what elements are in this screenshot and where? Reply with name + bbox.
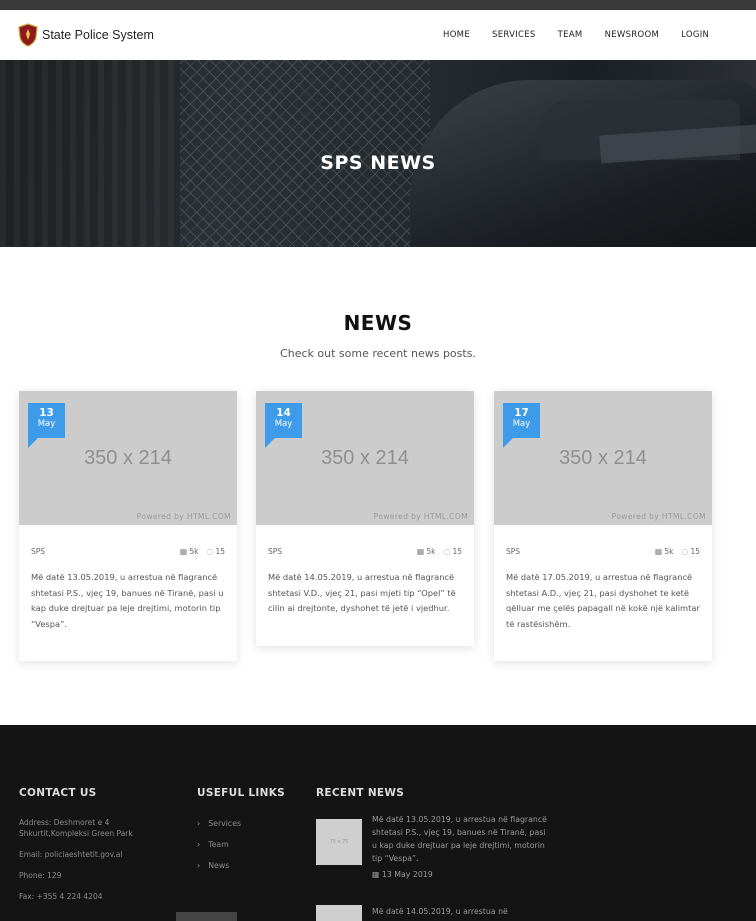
date-badge: 14 May xyxy=(265,403,302,448)
thumbnail-size-label: 350 x 214 xyxy=(321,447,409,469)
top-strip xyxy=(0,0,756,10)
recent-news-thumbnail[interactable] xyxy=(316,905,362,921)
footer-link-services[interactable]: › Services xyxy=(197,819,307,828)
comments-count: 15 xyxy=(452,547,462,556)
card-meta: SPS ▦ 5k ◌ 15 xyxy=(256,547,474,556)
card-excerpt: Më datë 14.05.2019, u arrestua në flagra… xyxy=(268,572,456,613)
calendar-icon: ▦ xyxy=(654,547,663,556)
contact-phone: Phone: 129 xyxy=(19,871,62,880)
date-day: 17 xyxy=(514,407,529,419)
main-nav: HOME SERVICES TEAM NEWSROOM LOGIN xyxy=(443,10,731,60)
thumbnail-size-label: 350 x 214 xyxy=(84,447,172,469)
date-month: May xyxy=(37,419,56,429)
chevron-right-icon: › xyxy=(197,819,201,828)
card-category[interactable]: SPS xyxy=(31,547,45,556)
footer-contact: CONTACT US Address: Deshmoret e 4 Shkurt… xyxy=(19,787,159,902)
chevron-right-icon: › xyxy=(197,861,201,870)
news-card[interactable]: 350 x 214 Powered by HTML.COM 13 May SPS… xyxy=(19,391,237,661)
card-meta: SPS ▦ 5k ◌ 15 xyxy=(494,547,712,556)
thumbnail-powered-by: Powered by HTML.COM xyxy=(373,512,468,521)
nav-newsroom[interactable]: NEWSROOM xyxy=(605,30,660,40)
comment-icon: ◌ xyxy=(443,547,451,556)
site-footer: CONTACT US Address: Deshmoret e 4 Shkurt… xyxy=(0,725,756,921)
news-section-subtitle: Check out some recent news posts. xyxy=(280,347,476,360)
nav-home[interactable]: HOME xyxy=(443,30,470,40)
contact-email[interactable]: Email: policiaeshtetit.gov.al xyxy=(19,849,159,860)
card-meta: SPS ▦ 5k ◌ 15 xyxy=(19,547,237,556)
views-count: 5k xyxy=(189,547,199,556)
comment-icon: ◌ xyxy=(206,547,214,556)
comments-count: 15 xyxy=(690,547,700,556)
contact-address: Address: Deshmoret e 4 Shkurtit,Kompleks… xyxy=(19,818,133,838)
footer-link-news[interactable]: › News xyxy=(197,861,307,870)
date-month: May xyxy=(512,419,531,429)
brand-link[interactable]: State Police System xyxy=(18,23,154,47)
card-category[interactable]: SPS xyxy=(506,547,520,556)
views-count: 5k xyxy=(426,547,436,556)
date-badge: 13 May xyxy=(28,403,65,448)
date-month: May xyxy=(274,419,293,429)
news-section-title: NEWS xyxy=(343,311,413,335)
nav-services[interactable]: SERVICES xyxy=(492,30,536,40)
date-day: 13 xyxy=(39,407,54,419)
recent-news-date: ▦ 13 May 2019 xyxy=(372,870,433,879)
date-day: 14 xyxy=(276,407,291,419)
recent-news-text[interactable]: Më datë 14.05.2019, u arrestua në xyxy=(372,905,552,918)
footer-links-title: USEFUL LINKS xyxy=(197,787,285,799)
news-thumbnail[interactable]: 350 x 214 Powered by HTML.COM 14 May xyxy=(256,391,474,525)
brand-name: State Police System xyxy=(42,28,154,42)
calendar-icon: ▦ xyxy=(372,870,382,879)
hero-banner: SPS NEWS xyxy=(0,60,756,247)
calendar-icon: ▦ xyxy=(416,547,425,556)
thumbnail-powered-by: Powered by HTML.COM xyxy=(611,512,706,521)
card-category[interactable]: SPS xyxy=(268,547,282,556)
footer-useful-links: USEFUL LINKS › Services › Team › News xyxy=(197,787,307,870)
police-shield-icon xyxy=(18,23,38,47)
recent-news-item[interactable]: 75 x 75 Më datë 13.05.2019, u arrestua n… xyxy=(316,815,556,889)
card-excerpt: Më datë 13.05.2019, u arrestua në flagra… xyxy=(31,572,224,629)
news-cards: 350 x 214 Powered by HTML.COM 13 May SPS… xyxy=(0,360,756,700)
news-card[interactable]: 350 x 214 Powered by HTML.COM 17 May SPS… xyxy=(494,391,712,661)
card-excerpt: Më datë 17.05.2019, u arrestua në flagra… xyxy=(506,572,700,629)
recent-news-text[interactable]: Më datë 13.05.2019, u arrestua në flagra… xyxy=(372,813,552,865)
contact-fax: Fax: +355 4 224 4204 xyxy=(19,892,103,901)
footer-recent-news: RECENT NEWS xyxy=(316,787,556,799)
news-thumbnail[interactable]: 350 x 214 Powered by HTML.COM 13 May xyxy=(19,391,237,525)
date-badge: 17 May xyxy=(503,403,540,448)
scroll-to-top-button[interactable] xyxy=(176,912,237,921)
news-thumbnail[interactable]: 350 x 214 Powered by HTML.COM 17 May xyxy=(494,391,712,525)
nav-login[interactable]: LOGIN xyxy=(681,30,709,40)
recent-news-item[interactable]: Më datë 14.05.2019, u arrestua në xyxy=(316,905,556,921)
comments-count: 15 xyxy=(215,547,225,556)
thumbnail-size-label: 350 x 214 xyxy=(559,447,647,469)
footer-recent-title: RECENT NEWS xyxy=(316,787,405,799)
thumbnail-powered-by: Powered by HTML.COM xyxy=(136,512,231,521)
news-card[interactable]: 350 x 214 Powered by HTML.COM 14 May SPS… xyxy=(256,391,474,646)
calendar-icon: ▦ xyxy=(179,547,188,556)
recent-news-thumbnail[interactable]: 75 x 75 xyxy=(316,819,362,865)
site-header: State Police System HOME SERVICES TEAM N… xyxy=(0,10,756,60)
views-count: 5k xyxy=(664,547,674,556)
footer-contact-title: CONTACT US xyxy=(19,787,97,799)
comment-icon: ◌ xyxy=(681,547,689,556)
hero-title: SPS NEWS xyxy=(320,152,436,174)
nav-team[interactable]: TEAM xyxy=(558,30,583,40)
chevron-right-icon: › xyxy=(197,840,201,849)
footer-link-team[interactable]: › Team xyxy=(197,840,307,849)
